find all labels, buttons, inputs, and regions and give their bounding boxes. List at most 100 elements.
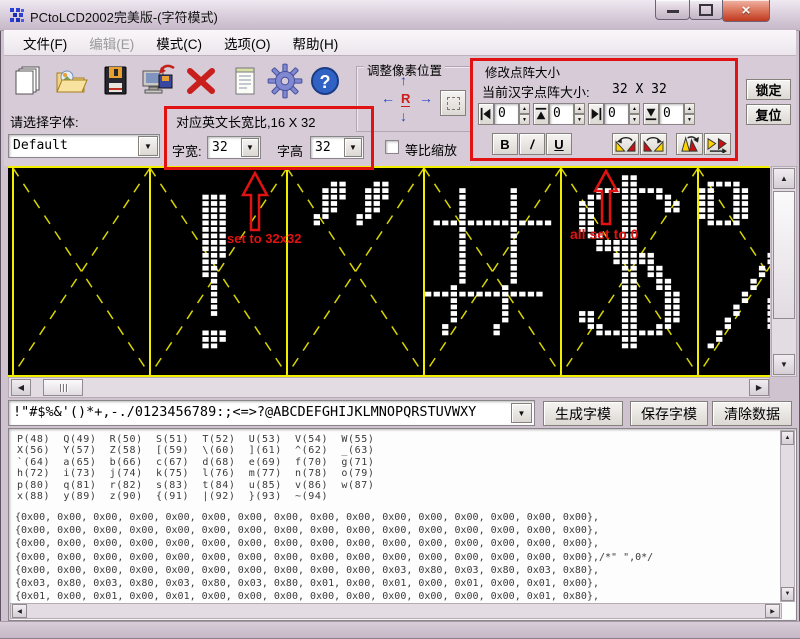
output-horizontal-scrollbar[interactable]: ◀ ▶ [10,603,782,619]
char-strip-value: !"#$%&'()*+,-./0123456789:;<=>?@ABCDEFGH… [9,401,534,423]
char-width-combo[interactable]: 32 ▼ [207,136,261,159]
canvas-horizontal-scrollbar[interactable]: ◀ ▶ [8,377,770,398]
font-select-combo[interactable]: Default ▼ [8,134,160,158]
flip-horizontal-button[interactable] [704,133,731,155]
scroll-right-button[interactable]: ▶ [765,604,780,618]
chevron-down-icon: ▼ [246,143,254,152]
char-width-dropdown-button[interactable]: ▼ [241,138,259,157]
spin-down-button[interactable]: ▼ [519,114,530,125]
right-margin-button[interactable] [588,103,604,125]
bold-button[interactable]: B [492,133,518,155]
menu-item-file[interactable]: 文件(F) [12,30,78,56]
maximize-button[interactable] [689,0,723,20]
annotation-label-set-size: set to 32x32 [227,231,301,246]
bottom-margin-input[interactable]: 0 [659,103,684,125]
bottom-margin-spin[interactable]: ▲▼ [684,103,695,125]
rotate-right-button[interactable] [640,133,667,155]
toolbar-button-help[interactable]: ? [306,60,344,102]
spin-up-button[interactable]: ▲ [574,103,585,114]
spin-up-button[interactable]: ▲ [629,103,640,114]
char-width-label: 字宽: [172,141,202,160]
italic-button[interactable]: / [519,133,545,155]
left-arrow-icon: ← [381,90,395,106]
canvas-vertical-scrollbar[interactable]: ▲ ▼ [771,166,797,377]
generate-button[interactable]: 生成字模 [543,401,623,426]
right-margin-input[interactable]: 0 [604,103,629,125]
annotation-arrow-up-icon [592,169,620,227]
spin-up-button[interactable]: ▲ [519,103,530,114]
scroll-left-button[interactable]: ◀ [12,604,27,618]
lcd-canvas[interactable] [8,166,770,377]
reset-button[interactable]: 复位 [746,104,791,125]
left-margin-button[interactable] [478,103,494,125]
scroll-right-button[interactable]: ▶ [749,379,769,396]
settings-gear-icon [266,62,304,100]
save-button[interactable]: 保存字模 [630,401,708,426]
move-left-button[interactable]: ← [381,90,395,106]
char-strip-combo[interactable]: !"#$%&'()*+,-./0123456789:;<=>?@ABCDEFGH… [8,400,535,426]
char-height-combo[interactable]: 32 ▼ [310,136,364,159]
toolbar-button-new[interactable] [8,60,46,102]
top-margin-spin[interactable]: ▲▼ [574,103,585,125]
move-right-button[interactable]: → [419,90,433,106]
lock-button[interactable]: 锁定 [746,79,791,100]
left-margin-input[interactable]: 0 [494,103,519,125]
rotate-left-icon [614,135,637,153]
scroll-left-button[interactable]: ◀ [11,379,31,396]
menu-item-mode[interactable]: 模式(C) [145,30,213,56]
char-strip-dropdown-button[interactable]: ▼ [511,403,532,423]
underline-button[interactable]: U [546,133,572,155]
hex-line: {0x00, 0x00, 0x00, 0x00, 0x00, 0x00, 0x0… [15,524,653,537]
scroll-down-button[interactable]: ▼ [781,587,794,601]
top-margin-button[interactable] [533,103,549,125]
scroll-up-button[interactable]: ▲ [781,431,794,445]
toolbar-button-export[interactable] [140,60,178,102]
toolbar-button-open[interactable] [52,60,90,102]
hex-line: {0x00, 0x00, 0x00, 0x00, 0x00, 0x00, 0x0… [15,511,653,524]
dot-matrix-title: 修改点阵大小 [482,62,563,81]
menu-item-help[interactable]: 帮助(H) [282,30,350,56]
move-down-button[interactable]: ↓ [400,108,407,124]
close-button[interactable]: × [722,0,770,22]
flip-vertical-button[interactable] [676,133,703,155]
reset-position-button[interactable]: R [401,91,410,107]
rotate-left-button[interactable] [612,133,639,155]
scrollbar-thumb[interactable] [773,191,795,319]
bottom-margin-button[interactable] [643,103,659,125]
move-up-button[interactable]: ↑ [400,72,407,88]
chevron-down-icon: ▼ [144,142,152,151]
spin-down-button[interactable]: ▼ [574,114,585,125]
scrollbar-thumb[interactable] [43,379,83,396]
left-margin-spin[interactable]: ▲▼ [519,103,530,125]
right-margin-spin[interactable]: ▲▼ [629,103,640,125]
new-file-icon [9,62,45,100]
menu-item-options[interactable]: 选项(O) [213,30,282,56]
spin-up-button[interactable]: ▲ [684,103,695,114]
minimize-button[interactable] [655,0,690,20]
up-arrow-icon: ↑ [400,72,407,88]
spin-down-button[interactable]: ▼ [684,114,695,125]
output-vertical-scrollbar[interactable]: ▲ ▼ [780,430,795,602]
scroll-up-button[interactable]: ▲ [773,168,795,189]
toolbar-button-notes[interactable] [226,60,264,102]
toolbar-button-delete[interactable] [182,60,220,102]
chevron-down-icon: ▼ [518,409,526,418]
down-arrow-icon: ↓ [400,108,407,124]
top-margin-input[interactable]: 0 [549,103,574,125]
hex-line: {0x03, 0x80, 0x03, 0x80, 0x03, 0x80, 0x0… [15,577,653,590]
font-select-value: Default [9,135,159,156]
scroll-down-button[interactable]: ▼ [773,354,795,375]
output-textarea[interactable]: P(48) Q(49) R(50) S(51) T(52) U(53) V(54… [8,428,797,621]
center-glyph-button[interactable] [440,90,466,116]
proportional-scale-checkbox[interactable] [385,140,399,154]
spin-down-button[interactable]: ▼ [629,114,640,125]
hex-line: {0x00, 0x00, 0x00, 0x00, 0x00, 0x00, 0x0… [15,537,653,550]
right-margin-spinner: 0 ▲▼ [588,103,640,125]
font-select-dropdown-button[interactable]: ▼ [138,136,158,156]
toolbar-button-settings[interactable] [266,60,304,102]
clear-button[interactable]: 清除数据 [712,401,792,426]
char-map-line: h(72) i(73) j(74) k(75) l(76) m(77) n(78… [17,468,375,479]
char-height-dropdown-button[interactable]: ▼ [344,138,362,157]
toolbar-button-save[interactable] [96,60,134,102]
delete-x-icon [183,62,219,100]
